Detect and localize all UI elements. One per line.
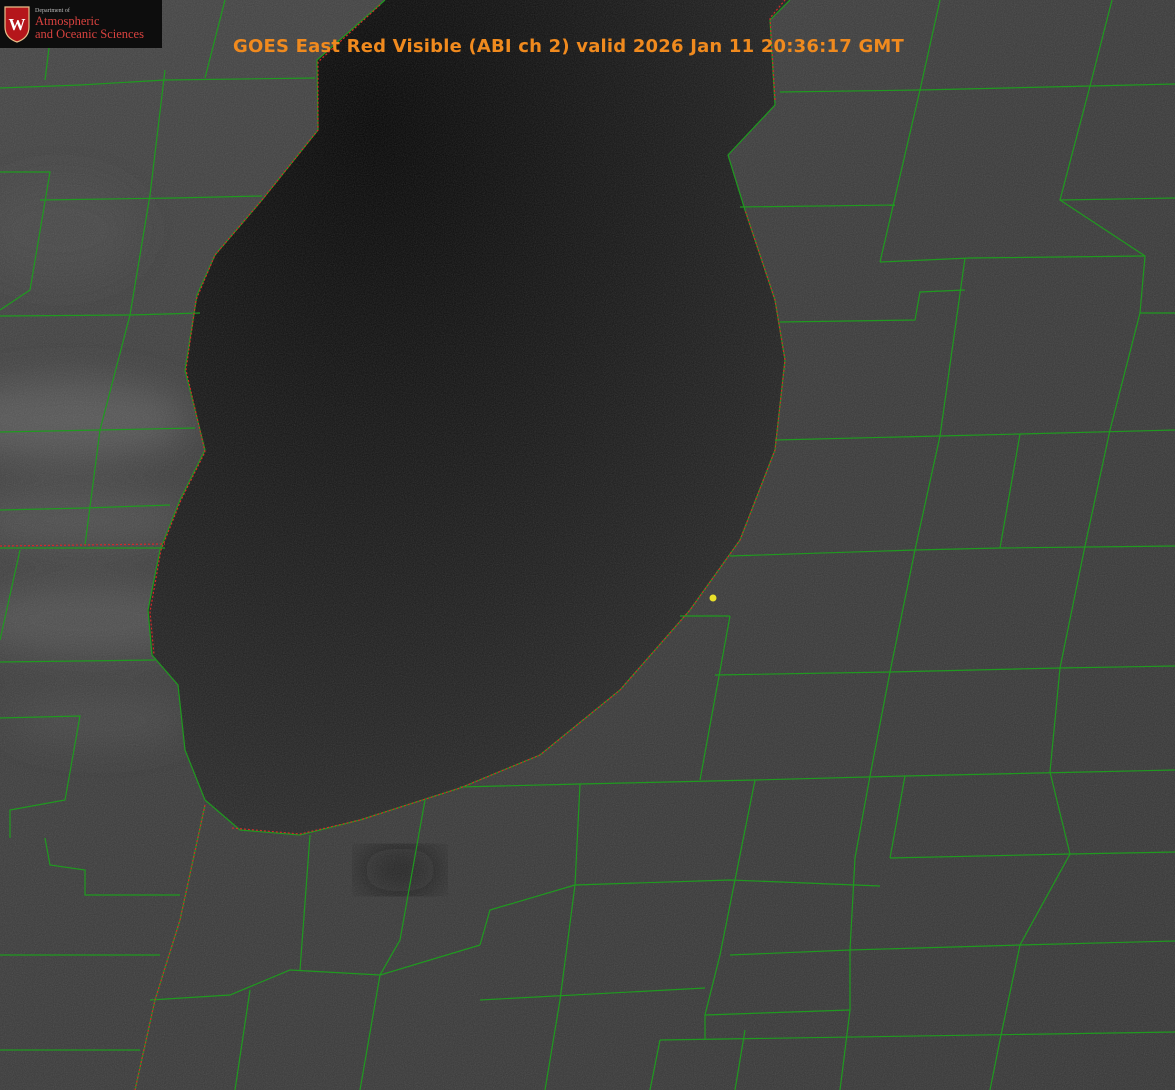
location-marker	[709, 594, 717, 602]
aos-logo: W Department of Atmospheric and Oceanic …	[0, 0, 162, 48]
satellite-image	[0, 0, 1175, 1090]
satellite-map: W Department of Atmospheric and Oceanic …	[0, 0, 1175, 1090]
logo-text: Department of Atmospheric and Oceanic Sc…	[35, 8, 144, 41]
logo-name-line1: Atmospheric	[35, 13, 100, 28]
logo-name-line2: and Oceanic Sciences	[35, 26, 144, 41]
logo-department-label: Department of	[35, 7, 70, 14]
texture-overlay	[0, 0, 1175, 1090]
uw-crest-icon: W	[4, 6, 30, 43]
svg-text:W: W	[9, 15, 26, 34]
image-title: GOES East Red Visible (ABI ch 2) valid 2…	[233, 36, 905, 57]
